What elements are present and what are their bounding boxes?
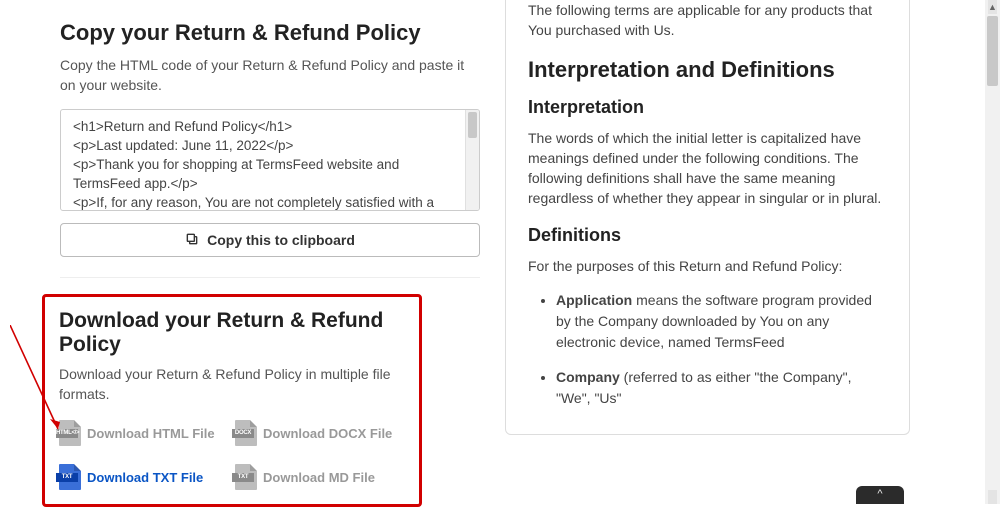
download-md-link[interactable]: TXT Download MD File: [235, 464, 405, 490]
code-line: <h1>Return and Refund Policy</h1>: [73, 118, 461, 137]
txt-file-icon: TXT: [59, 464, 81, 490]
definition-item: Application means the software program p…: [556, 290, 887, 353]
html-code-textarea[interactable]: <h1>Return and Refund Policy</h1> <p>Las…: [60, 109, 480, 211]
copy-icon: [185, 232, 199, 249]
download-docx-link[interactable]: DOCX Download DOCX File: [235, 420, 405, 446]
preview-h2: Interpretation and Definitions: [528, 57, 887, 83]
download-txt-link[interactable]: TXT Download TXT File: [59, 464, 229, 490]
preview-interpretation-body: The words of which the initial letter is…: [528, 128, 887, 209]
preview-interpretation-heading: Interpretation: [528, 97, 887, 118]
copy-section-subtitle: Copy the HTML code of your Return & Refu…: [60, 56, 470, 95]
collapsed-bottom-tab[interactable]: ^: [856, 486, 904, 504]
html-file-icon: HTML</>: [59, 420, 81, 446]
scroll-up-icon[interactable]: ▲: [988, 2, 997, 12]
preview-definitions-heading: Definitions: [528, 225, 887, 246]
download-html-link[interactable]: HTML</> Download HTML File: [59, 420, 229, 446]
copy-button-label: Copy this to clipboard: [207, 232, 355, 248]
copy-to-clipboard-button[interactable]: Copy this to clipboard: [60, 223, 480, 257]
download-section-subtitle: Download your Return & Refund Policy in …: [59, 365, 405, 404]
preview-intro: The following terms are applicable for a…: [528, 0, 887, 41]
page-scrollbar[interactable]: ▲ ▼: [985, 0, 1000, 504]
copy-section-title: Copy your Return & Refund Policy: [60, 20, 490, 46]
docx-file-icon: DOCX: [235, 420, 257, 446]
code-scrollbar[interactable]: [465, 110, 479, 210]
scroll-down-icon[interactable]: ▼: [988, 492, 997, 502]
download-section-title: Download your Return & Refund Policy: [59, 309, 405, 357]
preview-definitions-intro: For the purposes of this Return and Refu…: [528, 256, 887, 276]
code-line: <p>If, for any reason, You are not compl…: [73, 194, 461, 211]
definition-item: Company (referred to as either "the Comp…: [556, 367, 887, 409]
download-link-label: Download MD File: [263, 470, 375, 485]
policy-preview-panel: The following terms are applicable for a…: [505, 0, 910, 435]
download-section-highlighted: Download your Return & Refund Policy Dow…: [42, 294, 422, 507]
md-file-icon: TXT: [235, 464, 257, 490]
section-divider: [60, 277, 480, 278]
download-link-label: Download TXT File: [87, 470, 203, 485]
scroll-thumb[interactable]: [987, 16, 998, 86]
code-line: <p>Thank you for shopping at TermsFeed w…: [73, 156, 461, 194]
download-link-label: Download HTML File: [87, 426, 215, 441]
download-link-label: Download DOCX File: [263, 426, 392, 441]
code-line: <p>Last updated: June 11, 2022</p>: [73, 137, 461, 156]
